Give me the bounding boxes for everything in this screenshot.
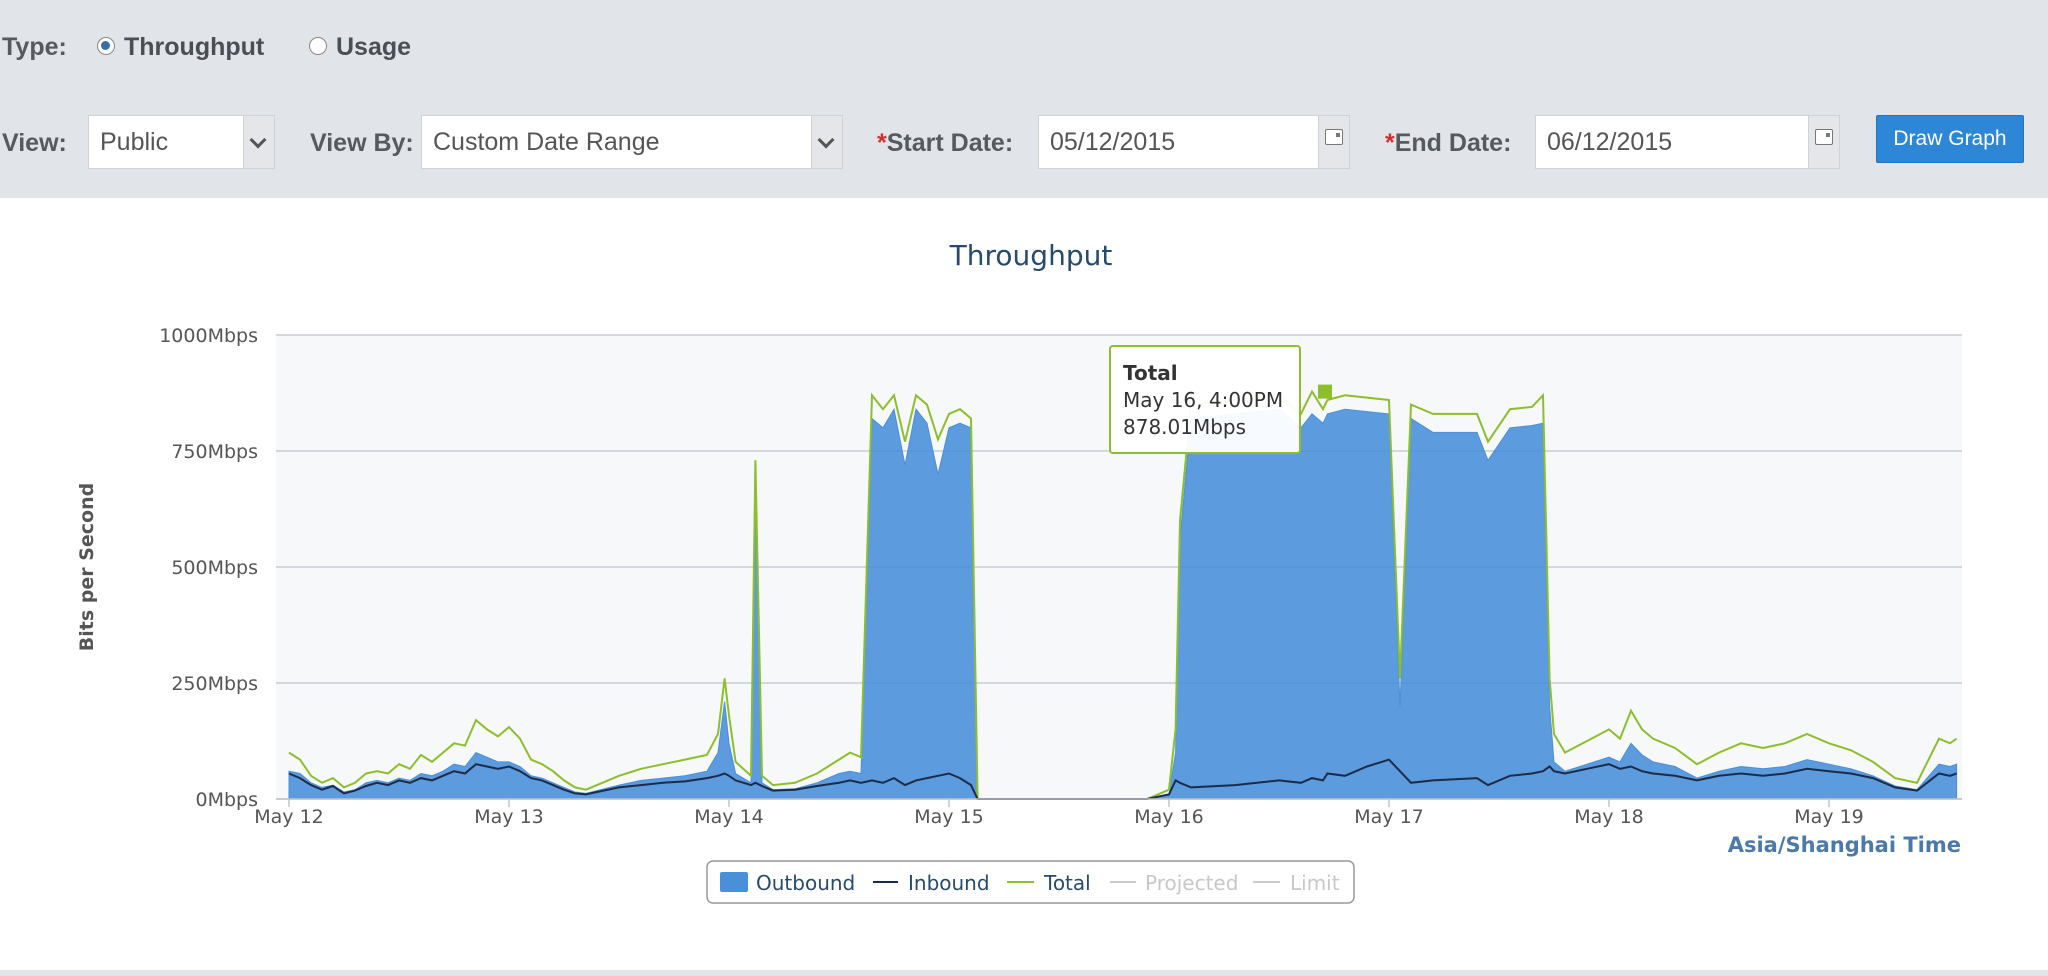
y-tick-label: 500Mbps [171,557,258,579]
usage-radio-label[interactable]: Usage [336,33,411,62]
throughput-chart: Throughput 0Mbps 250Mbps 500Mbps 750Mbps 100… [76,239,1962,904]
view-by-select[interactable]: Custom Date Range [421,115,843,169]
chevron-down-icon [249,131,267,149]
calendar-icon [1325,129,1343,145]
x-tick-label: May 14 [694,806,764,828]
start-date-input[interactable]: 05/12/2015 [1038,115,1350,169]
x-tick-label: May 19 [1794,806,1864,828]
x-tick-label: May 13 [474,806,544,828]
required-mark: * [1385,129,1395,157]
start-date-label-text: Start Date: [886,129,1014,157]
page-bottom-border [0,970,2048,976]
legend-label-total: Total [1043,871,1091,895]
view-dropdown-button[interactable] [243,116,274,168]
throughput-radio-label[interactable]: Throughput [124,33,264,62]
controls-bar: Type: Throughput Usage View: Public View… [0,0,2048,198]
view-label: View: [2,129,67,157]
start-date-calendar-button[interactable] [1318,116,1349,168]
x-tick-label: May 17 [1354,806,1424,828]
x-tick-label: May 16 [1134,806,1204,828]
y-tick-label: 0Mbps [195,789,258,811]
tooltip-point-marker [1318,384,1332,399]
tooltip-value: 878.01Mbps [1123,415,1246,439]
legend-label-projected: Projected [1145,871,1238,895]
end-date-calendar-button[interactable] [1808,116,1839,168]
usage-radio[interactable] [309,37,327,55]
view-select[interactable]: Public [88,115,275,169]
end-date-label: *End Date: [1385,129,1511,158]
timezone-label: Asia/Shanghai Time [1728,833,1961,857]
legend-label-inbound: Inbound [908,871,990,895]
view-by-select-value: Custom Date Range [433,128,660,156]
view-by-label: View By: [310,129,414,157]
start-date-value: 05/12/2015 [1050,128,1176,156]
legend-item-outbound[interactable]: Outbound [720,871,855,895]
start-date-label: *Start Date: [877,129,1013,158]
calendar-icon [1815,129,1833,145]
chart-title: Throughput [949,239,1113,272]
legend: Outbound Inbound Total Projected Limit [706,860,1355,904]
end-date-value: 06/12/2015 [1547,128,1673,156]
end-date-input[interactable]: 06/12/2015 [1535,115,1840,169]
chevron-down-icon [817,131,835,149]
x-tick-label: May 12 [254,806,324,828]
end-date-label-text: End Date: [1394,129,1512,157]
y-axis: 0Mbps 250Mbps 500Mbps 750Mbps 1000Mbps [159,325,258,811]
legend-label-outbound: Outbound [756,871,855,895]
y-axis-title: Bits per Second [76,483,98,652]
x-tick-label: May 15 [914,806,984,828]
y-tick-label: 250Mbps [171,673,258,695]
x-tick-label: May 18 [1574,806,1644,828]
y-tick-label: 1000Mbps [159,325,258,347]
tooltip-date: May 16, 4:00PM [1123,388,1283,412]
required-mark: * [877,129,887,157]
tooltip: Total May 16, 4:00PM 878.01Mbps [1109,345,1301,454]
tooltip-title: Total [1123,361,1178,385]
legend-label-limit: Limit [1290,871,1340,895]
view-by-dropdown-button[interactable] [811,116,842,168]
legend-swatch-outbound [720,872,748,892]
draw-graph-button[interactable]: Draw Graph [1876,115,2024,163]
view-select-value: Public [100,128,169,156]
type-label: Type: [2,33,67,61]
x-axis: May 12 May 13 May 14 May 15 May 16 May 17 May … [254,798,1962,828]
throughput-radio[interactable] [97,37,115,55]
y-tick-label: 750Mbps [171,441,258,463]
